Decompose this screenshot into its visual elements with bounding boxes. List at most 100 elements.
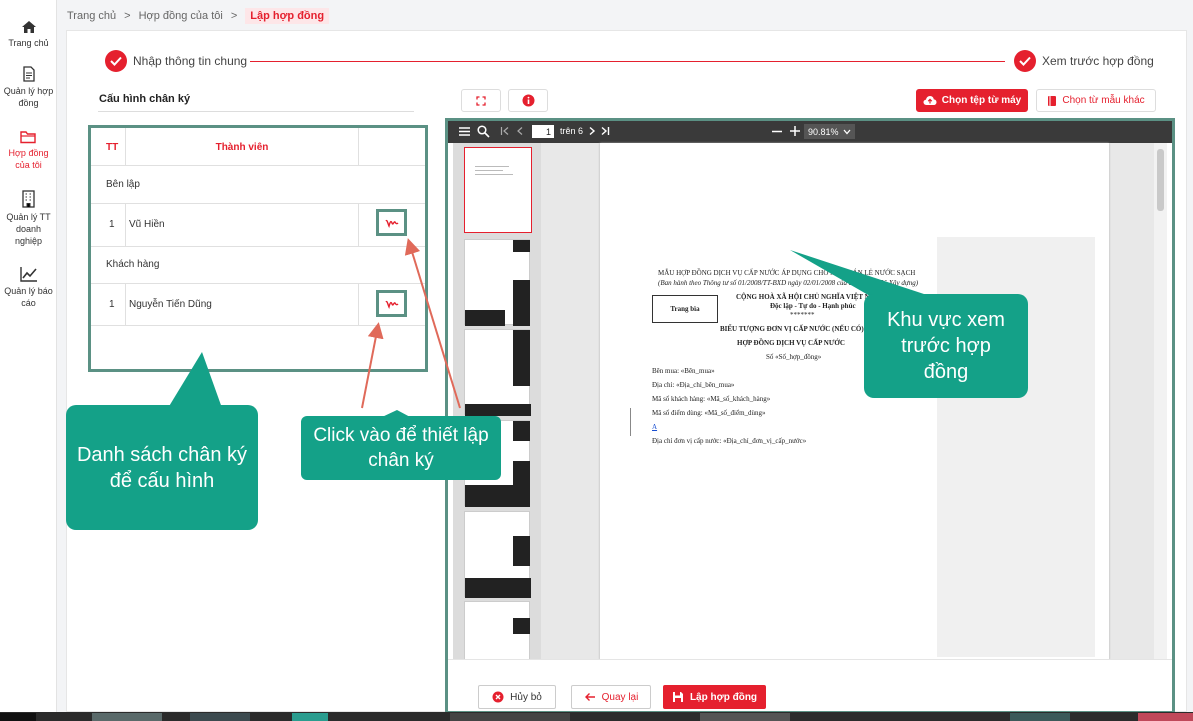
chart-icon	[19, 267, 37, 282]
group-buyer-label: Khách hàng	[106, 259, 160, 270]
step-label: Xem trước hợp đồng	[1042, 54, 1154, 68]
doc-line: Mã số khách hàng: «Mã_số_khách_hàng»	[652, 395, 771, 403]
breadcrumb: Trang chủ > Hợp đồng của tôi > Lập hợp đ…	[67, 8, 330, 24]
step-general-info[interactable]: Nhập thông tin chung	[105, 50, 247, 72]
page-thumbnail[interactable]	[464, 329, 531, 416]
create-contract-button[interactable]: Lập hợp đồng	[663, 685, 766, 709]
doc-line: HỢP ĐỒNG DỊCH VỤ CẤP NƯỚC	[737, 339, 845, 347]
zoom-in-icon[interactable]	[789, 125, 801, 137]
doc-line: Độc lập - Tự do - Hạnh phúc	[770, 302, 856, 310]
upload-file-label: Chọn tệp từ máy	[941, 95, 1022, 106]
doc-line: *******	[790, 311, 815, 319]
building-icon	[22, 190, 35, 208]
header-tt: TT	[106, 141, 119, 153]
sidebar-item-reports[interactable]: Quản lý báo cáo	[0, 266, 57, 309]
last-page-icon[interactable]	[600, 126, 610, 136]
expand-icon	[476, 95, 486, 106]
callout-text: Khu vực xem trước hợp đồng	[887, 309, 1005, 383]
sidebar-item-my-contracts[interactable]: Hợp đồng của tôi	[0, 130, 57, 171]
step-label: Nhập thông tin chung	[133, 54, 248, 68]
sidebar-item-label: Hợp đồng của tôi	[8, 148, 49, 170]
save-icon	[672, 692, 683, 702]
table-header: TT Thành viên	[91, 128, 425, 166]
callout-text: Click vào để thiết lập chân ký	[313, 425, 489, 471]
vertical-scrollbar[interactable]	[1154, 143, 1167, 660]
sidebar-item-label: Trang chủ	[8, 38, 49, 48]
previous-page-icon[interactable]	[516, 126, 524, 136]
arrow-left-icon	[584, 693, 595, 701]
zoom-out-icon[interactable]	[771, 126, 783, 136]
divider	[125, 128, 126, 166]
first-page-icon[interactable]	[500, 126, 510, 136]
doc-line: Bên mua: «Bên_mua»	[652, 367, 715, 375]
step-preview[interactable]: Xem trước hợp đồng	[1014, 50, 1154, 72]
cursor-caret	[630, 408, 631, 436]
choose-template-label: Chọn từ mẫu khác	[1062, 95, 1145, 106]
page-thumbnail[interactable]	[464, 239, 530, 326]
create-contract-label: Lập hợp đồng	[689, 691, 758, 703]
zoom-select[interactable]: 90.81%	[804, 124, 855, 139]
pdf-page: MẪU HỢP ĐỒNG DỊCH VỤ CẤP NƯỚC ÁP DỤNG CH…	[600, 143, 1109, 660]
signature-icon	[384, 219, 398, 228]
breadcrumb-parent[interactable]: Hợp đồng của tôi	[139, 10, 223, 22]
doc-link[interactable]: A	[652, 423, 657, 431]
buyer-name: Nguyễn Tiến Dũng	[129, 298, 212, 310]
check-icon	[105, 50, 127, 72]
next-page-icon[interactable]	[588, 126, 596, 136]
breadcrumb-separator: >	[124, 10, 131, 22]
home-icon	[21, 21, 36, 33]
breadcrumb-current: Lập hợp đồng	[245, 8, 330, 24]
divider	[358, 203, 359, 246]
sidebar-item-label: Quản lý hợp đồng	[3, 86, 54, 108]
upload-file-button[interactable]: Chọn tệp từ máy	[916, 89, 1028, 112]
buyer-signature-button[interactable]	[376, 290, 407, 317]
cloud-upload-icon	[923, 96, 937, 105]
scrollbar-thumb[interactable]	[1157, 149, 1164, 211]
page-count-label: trên 6	[560, 126, 584, 136]
fullscreen-button[interactable]	[461, 89, 501, 112]
seller-index: 1	[109, 219, 115, 230]
signature-member-table: TT Thành viên Bên lập 1 Vũ Hiền Khách hà…	[88, 125, 428, 372]
signature-icon	[384, 300, 398, 309]
page-thumbnail[interactable]	[464, 601, 530, 660]
contract-preview-area: 1 trên 6 90.81% MẪU HỢP ĐỒNG DỊCH VỤ CẤP…	[445, 118, 1175, 714]
breadcrumb-separator: >	[230, 10, 238, 22]
zoom-value: 90.81%	[808, 126, 839, 137]
cancel-button[interactable]: Hủy bỏ	[478, 685, 556, 709]
app-window: Trang chủ Quản lý hợp đồng Hợp đồng của …	[0, 0, 1193, 714]
page-number-input[interactable]: 1	[532, 125, 554, 138]
seller-name: Vũ Hiền	[129, 219, 165, 230]
callout-text: Danh sách chân ký để cấu hình	[76, 443, 248, 492]
thumbnail-panel	[453, 143, 541, 660]
divider	[98, 111, 414, 112]
sidebar-item-label: Quản lý báo cáo	[4, 286, 53, 308]
pdf-viewport: MẪU HỢP ĐỒNG DỊCH VỤ CẤP NƯỚC ÁP DỤNG CH…	[453, 143, 1167, 660]
sidebar: Trang chủ Quản lý hợp đồng Hợp đồng của …	[0, 0, 57, 712]
check-icon	[1014, 50, 1036, 72]
seller-signature-button[interactable]	[376, 209, 407, 236]
back-button[interactable]: Quay lại	[571, 685, 651, 709]
taskbar	[0, 712, 1193, 721]
buyer-index: 1	[109, 298, 115, 310]
sidebar-item-contract-management[interactable]: Quản lý hợp đồng	[0, 66, 57, 109]
sidebar-toggle-icon[interactable]	[458, 126, 471, 137]
sidebar-item-label: Quản lý TT doanh nghiệp	[6, 212, 51, 246]
callout-signature-list: Danh sách chân ký để cấu hình	[66, 405, 258, 530]
search-icon[interactable]	[477, 125, 490, 138]
pdf-toolbar: 1 trên 6 90.81%	[448, 121, 1172, 143]
doc-line: Mã số điểm dùng: «Mã_số_điểm_dùng»	[652, 409, 766, 417]
info-button[interactable]	[508, 89, 548, 112]
callout-preview-area: Khu vực xem trước hợp đồng	[864, 294, 1028, 398]
choose-template-button[interactable]: Chọn từ mẫu khác	[1036, 89, 1156, 112]
step-progress-line	[250, 61, 1005, 62]
sidebar-item-enterprise[interactable]: Quản lý TT doanh nghiệp	[0, 190, 57, 247]
doc-line: BIỂU TƯỢNG ĐƠN VỊ CẤP NƯỚC (NẾU CÓ)	[720, 325, 864, 333]
doc-line: Địa chỉ: «Địa_chỉ_bên_mua»	[652, 381, 735, 389]
breadcrumb-home[interactable]: Trang chủ	[67, 10, 116, 22]
page-thumbnail[interactable]	[464, 147, 532, 233]
back-label: Quay lại	[601, 691, 639, 703]
divider	[358, 128, 359, 166]
page-thumbnail[interactable]	[464, 511, 531, 598]
doc-line: MẪU HỢP ĐỒNG DỊCH VỤ CẤP NƯỚC ÁP DỤNG CH…	[658, 269, 916, 277]
sidebar-item-home[interactable]: Trang chủ	[0, 20, 57, 49]
